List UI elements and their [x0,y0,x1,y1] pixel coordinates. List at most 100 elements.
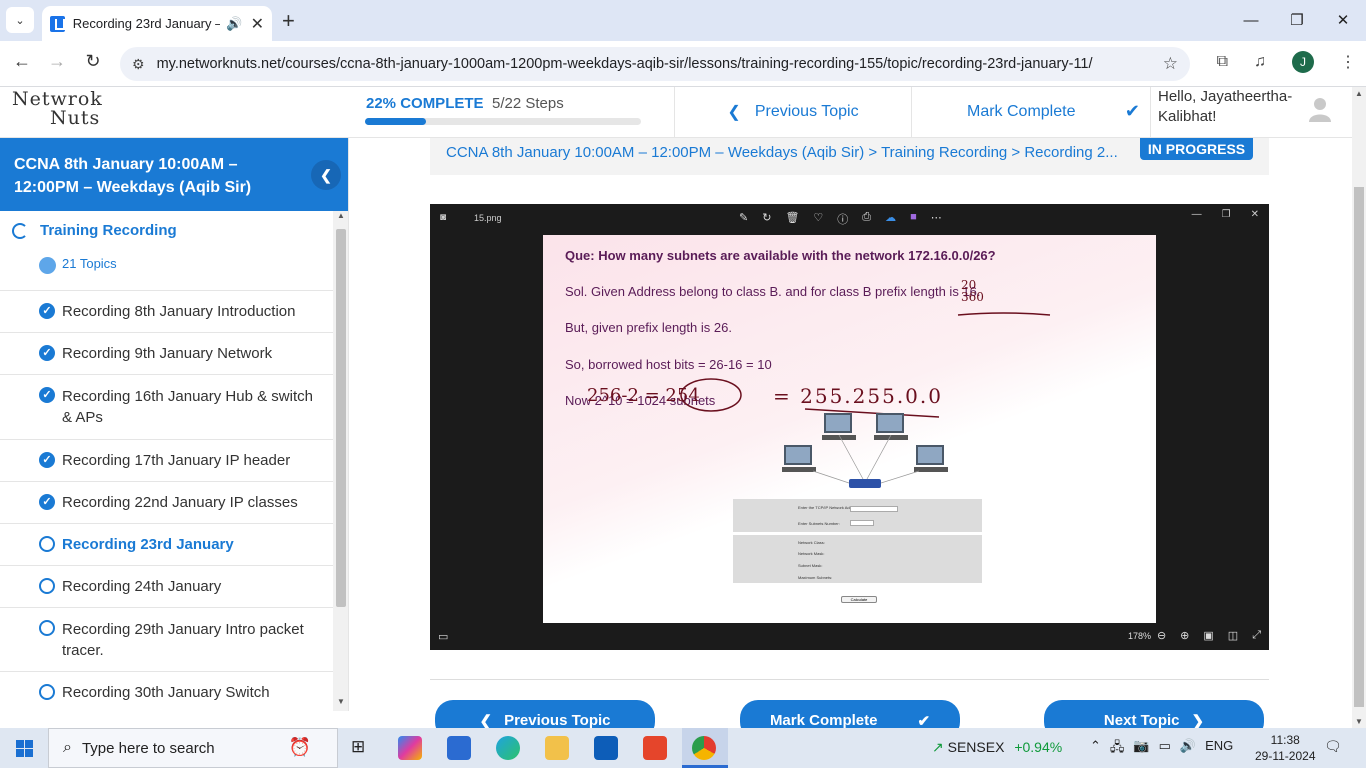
notification-icon[interactable]: 🗨 [1324,738,1342,755]
sidebar-scroll-thumb[interactable] [336,229,346,607]
show-hidden-icons-icon[interactable]: ⌃ [1090,738,1101,760]
section-training-recording[interactable]: Training Recording [0,211,348,250]
wps-office-icon[interactable] [643,736,667,760]
logo-line-2: Nuts [50,107,101,129]
breadcrumb-text[interactable]: CCNA 8th January 10:00AM – 12:00PM – Wee… [446,144,1118,161]
print-icon[interactable]: ⎙ [862,211,871,227]
onedrive-icon[interactable]: ☁ [885,211,896,227]
clipchamp-icon[interactable]: ■ [910,211,917,227]
browser-tab[interactable]: Recording 23rd January – m 🔊 ✕ [42,6,272,41]
window-controls: — ❐ ✕ [1228,0,1366,40]
start-button-icon[interactable] [16,740,33,757]
collapse-sidebar-button[interactable]: ❮ [311,160,341,190]
page-scrollbar[interactable]: ▲ ▼ [1352,87,1366,728]
page-scroll-thumb[interactable] [1354,187,1364,707]
lesson-item[interactable]: Recording 29th January Intro packet trac… [0,608,333,672]
taskbar-search[interactable]: ⌕ Type here to search ⏰ [48,728,338,768]
chevron-down-icon: ⌄ [15,14,25,27]
site-logo[interactable]: Netwrok Nuts [12,90,107,132]
close-window-button[interactable]: ✕ [1320,0,1366,40]
minimize-button[interactable]: — [1228,0,1274,40]
lesson-item[interactable]: ✓ Recording 8th January Introduction [0,291,333,333]
lesson-item[interactable]: ✓ Recording 9th January Network [0,333,333,375]
subnets-input [850,520,874,526]
scroll-up-arrow-icon[interactable]: ▲ [333,211,348,225]
sidebar-scrollbar[interactable]: ▲ ▼ [333,211,348,711]
lesson-item[interactable]: Recording 24th January [0,566,333,608]
media-control-icon[interactable]: ♫ [1254,53,1266,71]
new-tab-button[interactable]: + [282,8,295,34]
stock-widget[interactable]: ↗ SENSEX +0.94% [932,739,1062,756]
lesson-item[interactable]: Recording 23rd January [0,524,333,566]
lesson-list: ✓ Recording 8th January Introduction ✓ Reco… [0,291,348,711]
lesson-item[interactable]: ✓ Recording 16th January Hub & switch & A… [0,375,333,440]
lesson-label: Recording 17th January IP header [62,452,291,469]
subnet-input-form [733,499,982,532]
more-icon[interactable]: ⋯ [931,211,942,227]
user-avatar-icon[interactable] [1306,94,1334,122]
form-label: Network Mask: [798,551,825,556]
content-divider [430,679,1269,680]
task-view-icon[interactable]: ⊞ [351,737,365,757]
system-clock[interactable]: 11:38 29-11-2024 [1255,732,1316,764]
outlook-icon[interactable] [594,736,618,760]
site-info-icon[interactable]: ⚙ [132,56,145,73]
lesson-label: Recording 9th January Network [62,345,273,362]
battery-icon[interactable]: ▭ [1159,738,1171,760]
info-icon[interactable]: ⓘ [837,211,848,227]
filmstrip-icon[interactable]: ▭ [438,630,448,643]
bookmark-star-icon[interactable]: ☆ [1163,54,1178,74]
chart-up-icon: ↗ [932,739,944,755]
forward-button[interactable]: → [44,51,70,72]
user-greeting[interactable]: Hello, Jayatheertha-Kalibhat! [1150,87,1300,137]
rotate-icon[interactable]: ↻ [762,211,771,227]
fullscreen-icon[interactable]: ⤢ [1252,629,1261,642]
zoom-in-icon[interactable]: ⊕ [1180,629,1189,642]
page-scroll-down-icon[interactable]: ▼ [1352,717,1366,726]
edit-icon[interactable]: ✎ [739,211,748,227]
header-mark-complete-button[interactable]: Mark Complete ✔ [912,87,1150,137]
reload-button[interactable]: ↻ [80,51,106,72]
viewer-maximize-icon[interactable]: ❐ [1222,209,1231,220]
lesson-item[interactable]: ✓ Recording 22nd January IP classes [0,482,333,524]
copilot-icon[interactable] [398,736,422,760]
chrome-icon[interactable] [692,736,716,760]
store-icon[interactable] [447,736,471,760]
page-scroll-up-icon[interactable]: ▲ [1352,89,1366,98]
menu-kebab-icon[interactable]: ⋮ [1340,52,1356,72]
file-explorer-icon[interactable] [545,736,569,760]
extensions-icon[interactable]: ⧉ [1217,53,1228,71]
profile-avatar[interactable]: J [1292,51,1314,73]
zoom-out-icon[interactable]: ⊖ [1157,629,1166,642]
course-title[interactable]: CCNA 8th January 10:00AM – 12:00PM – Wee… [14,156,251,196]
header-previous-topic-button[interactable]: ❮ Previous Topic [674,87,912,137]
chevron-left-icon: ❮ [727,104,741,121]
url-text[interactable]: my.networknuts.net/courses/ccna-8th-janu… [157,56,1093,72]
omnibox[interactable]: ⚙ my.networknuts.net/courses/ccna-8th-ja… [120,47,1190,81]
back-button[interactable]: ← [9,51,35,72]
zoom-level: 178% [1127,631,1151,641]
actual-size-icon[interactable]: ◫ [1228,629,1238,642]
previous-topic-label: Previous Topic [504,712,611,729]
volume-icon[interactable]: 🔊 [1180,738,1196,760]
viewer-close-icon[interactable]: ✕ [1251,209,1259,220]
favorite-icon[interactable]: ♡ [813,211,823,227]
scroll-down-arrow-icon[interactable]: ▼ [333,697,348,711]
tab-search-dropdown[interactable]: ⌄ [6,7,34,33]
fit-icon[interactable]: ▣ [1203,629,1213,642]
topics-count-row[interactable]: 21 Topics [0,250,333,291]
viewer-minimize-icon[interactable]: — [1192,209,1202,220]
progress-steps: 5/22 Steps [491,95,564,112]
lesson-item[interactable]: ✓ Recording 17th January IP header [0,440,333,482]
header-mark-complete-label: Mark Complete [967,103,1076,120]
edge-icon[interactable] [496,736,520,760]
lesson-item[interactable]: Recording 30th January Switch [0,672,333,711]
close-tab-icon[interactable]: ✕ [251,14,264,34]
restore-button[interactable]: ❐ [1274,0,1320,40]
meet-now-icon[interactable]: 📷 [1133,738,1149,760]
network-icon[interactable]: 🖧 [1110,738,1125,760]
delete-icon[interactable]: 🗑 [785,211,799,227]
speaker-icon[interactable]: 🔊 [226,16,242,32]
course-progress: 22% COMPLETE 5/22 Steps [366,95,564,113]
language-indicator[interactable]: ENG [1205,738,1233,760]
